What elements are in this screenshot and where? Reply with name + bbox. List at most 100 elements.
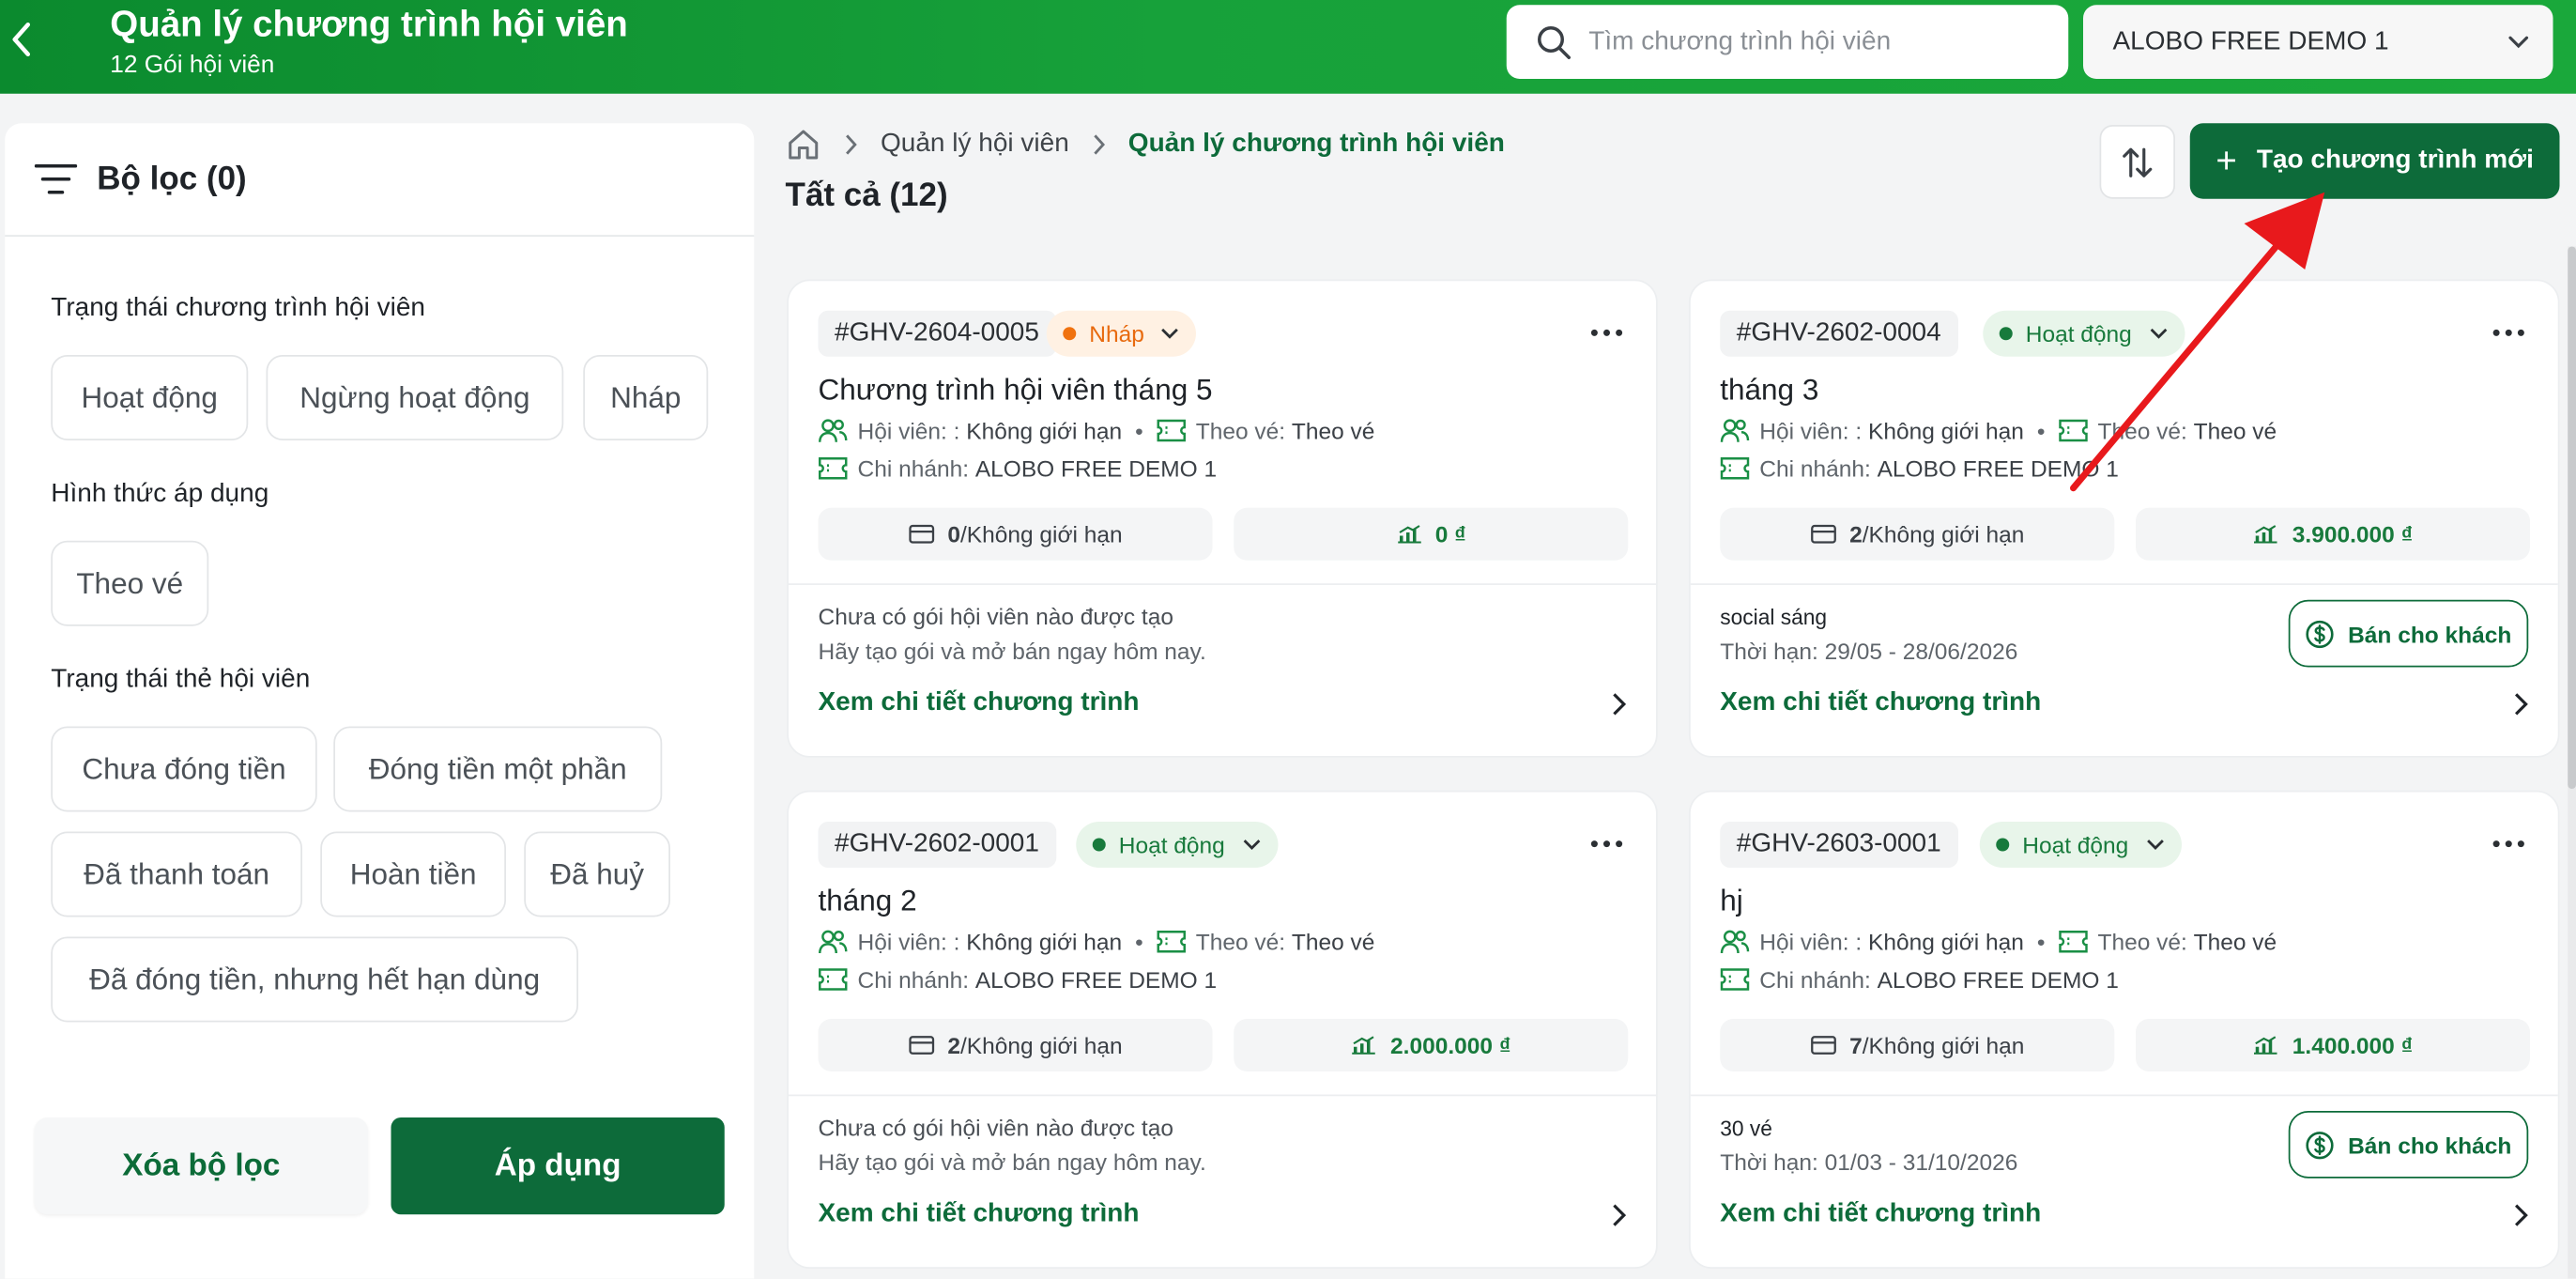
status-label: Hoạt động [2025, 320, 2132, 347]
ticket-label: Theo vé: [2097, 417, 2187, 444]
sell-to-customer-button[interactable]: Bán cho khách [2288, 1111, 2529, 1179]
revenue-value: 1.400.000 ₫ [2292, 1032, 2414, 1058]
status-badge[interactable]: Hoạt động [1983, 310, 2185, 357]
branch-select[interactable]: ALOBO FREE DEMO 1 [2083, 5, 2553, 79]
status-dot [1092, 838, 1106, 852]
member-limit: /Không giới hạn [959, 1032, 1123, 1058]
chevron-down-icon [2145, 839, 2165, 852]
package-period: Thời hạn: 01/03 - 31/10/2026 [1720, 1148, 2018, 1176]
status-badge[interactable]: Hoạt động [1979, 822, 2182, 868]
revenue-value: 0 ₫ [1434, 520, 1466, 547]
ticket-value: Theo vé [2193, 417, 2277, 444]
branch-value: ALOBO FREE DEMO 1 [974, 455, 1218, 482]
view-details-link[interactable]: Xem chi tiết chương trình [1720, 1194, 2528, 1234]
chip-card-cancelled[interactable]: Đã huỷ [524, 831, 670, 917]
scrollbar[interactable] [2568, 246, 2576, 1279]
create-program-label: Tạo chương trình mới [2256, 146, 2534, 175]
more-options-button[interactable] [1587, 317, 1627, 347]
status-label: Nháp [1089, 320, 1144, 347]
chip-card-expired[interactable]: Đã đóng tiền, nhưng hết hạn dùng [51, 936, 578, 1023]
breadcrumb-members[interactable]: Quản lý hội viên [881, 130, 1069, 160]
bullet: • [1135, 417, 1143, 444]
chevron-right-icon [846, 134, 857, 155]
more-options-button[interactable] [1587, 828, 1627, 858]
view-details-link[interactable]: Xem chi tiết chương trình [819, 1194, 1627, 1234]
member-count-stat: 0/Không giới hạn [818, 507, 1213, 561]
member-count: 7 [1849, 1032, 1863, 1058]
chevron-right-icon [2515, 1203, 2528, 1225]
bullet: • [1135, 928, 1143, 955]
search-input[interactable] [1588, 26, 2032, 57]
bullet: • [2036, 928, 2046, 955]
sell-to-customer-button[interactable]: Bán cho khách [2288, 599, 2529, 668]
view-details-label: Xem chi tiết chương trình [818, 1199, 1140, 1228]
home-icon[interactable] [786, 127, 822, 163]
back-button[interactable] [0, 10, 43, 69]
plus-icon: + [2216, 139, 2237, 181]
sort-button[interactable] [2099, 125, 2175, 199]
members-value: Không giới hạn [1867, 417, 2024, 444]
chevron-right-icon [1093, 134, 1105, 155]
chip-card-refund[interactable]: Hoàn tiền [320, 831, 506, 917]
chip-card-partial[interactable]: Đóng tiền một phần [333, 726, 663, 812]
chip-card-unpaid[interactable]: Chưa đóng tiền [51, 726, 317, 812]
more-icon [2492, 840, 2524, 847]
clear-filter-button[interactable]: Xóa bộ lọc [34, 1117, 368, 1215]
program-card: #GHV-2604-0005 Nháp Chương trình hội viê… [787, 279, 1658, 758]
filter-title: Bộ lọc (0) [97, 160, 247, 197]
branch-label: Chi nhánh: [1759, 966, 1871, 993]
member-count-stat: 2/Không giới hạn [1720, 507, 2115, 561]
branch-value: ALOBO FREE DEMO 1 [1877, 966, 2119, 993]
revenue-value: 2.000.000 ₫ [1390, 1032, 1511, 1058]
revenue-stat: 3.900.000 ₫ [2136, 507, 2530, 561]
status-badge[interactable]: Nháp [1046, 310, 1197, 357]
ticket-value: Theo vé [2193, 928, 2277, 955]
revenue-stat: 1.400.000 ₫ [2136, 1019, 2530, 1071]
more-icon [1590, 840, 1623, 847]
status-badge[interactable]: Hoạt động [1076, 822, 1278, 868]
ticket-icon [819, 457, 849, 481]
view-details-link[interactable]: Xem chi tiết chương trình [819, 684, 1627, 723]
ticket-value: Theo vé [1291, 928, 1375, 955]
view-details-label: Xem chi tiết chương trình [818, 688, 1140, 717]
members-value: Không giới hạn [966, 417, 1123, 444]
chevron-right-icon [2515, 692, 2528, 715]
package-period: Thời hạn: 29/05 - 28/06/2026 [1720, 638, 2018, 664]
more-icon [1590, 329, 1623, 335]
member-count-stat: 7/Không giới hạn [1720, 1019, 2115, 1071]
more-options-button[interactable] [2489, 828, 2528, 858]
branch-value: ALOBO FREE DEMO 1 [974, 966, 1218, 993]
view-details-link[interactable]: Xem chi tiết chương trình [1720, 684, 2528, 723]
member-limit: /Không giới hạn [959, 520, 1123, 547]
member-count: 0 [947, 520, 960, 547]
divider [789, 1094, 1656, 1097]
chip-card-paid[interactable]: Đã thanh toán [51, 831, 302, 917]
sell-to-customer-label: Bán cho khách [2348, 620, 2512, 647]
empty-package-hint: Hãy tạo gói và mở bán ngay hôm nay. [818, 638, 1206, 664]
chip-apply-ticket[interactable]: Theo vé [51, 540, 209, 626]
revenue-stat: 0 ₫ [1234, 507, 1629, 561]
breadcrumb: Quản lý hội viên Quản lý chương trình hộ… [786, 125, 1505, 164]
member-count: 2 [1849, 520, 1863, 547]
card-icon [1810, 1036, 1836, 1056]
members-label: Hội viên: : [1759, 417, 1863, 444]
dollar-icon [2306, 1130, 2336, 1160]
create-program-button[interactable]: + Tạo chương trình mới [2189, 123, 2560, 199]
more-options-button[interactable] [2489, 317, 2528, 347]
program-name: tháng 2 [818, 884, 917, 917]
status-dot [1999, 327, 2013, 341]
ticket-icon [1157, 931, 1187, 954]
search-box[interactable] [1506, 5, 2069, 79]
status-label: Hoạt động [2022, 831, 2129, 858]
ticket-icon [1720, 968, 1750, 992]
chip-program-inactive[interactable]: Ngừng hoạt động [266, 355, 564, 440]
chip-program-active[interactable]: Hoạt động [51, 355, 249, 440]
scrollbar-thumb[interactable] [2568, 246, 2576, 789]
apply-filter-button[interactable]: Áp dụng [391, 1117, 725, 1215]
program-meta: Hội viên: : Không giới hạn • Theo vé: Th… [1720, 418, 2277, 444]
ticket-icon [2059, 931, 2089, 954]
sort-icon [2123, 146, 2153, 177]
chip-program-draft[interactable]: Nháp [583, 355, 709, 440]
member-limit: /Không giới hạn [1862, 1032, 2025, 1058]
members-label: Hội viên: : [1759, 928, 1863, 955]
